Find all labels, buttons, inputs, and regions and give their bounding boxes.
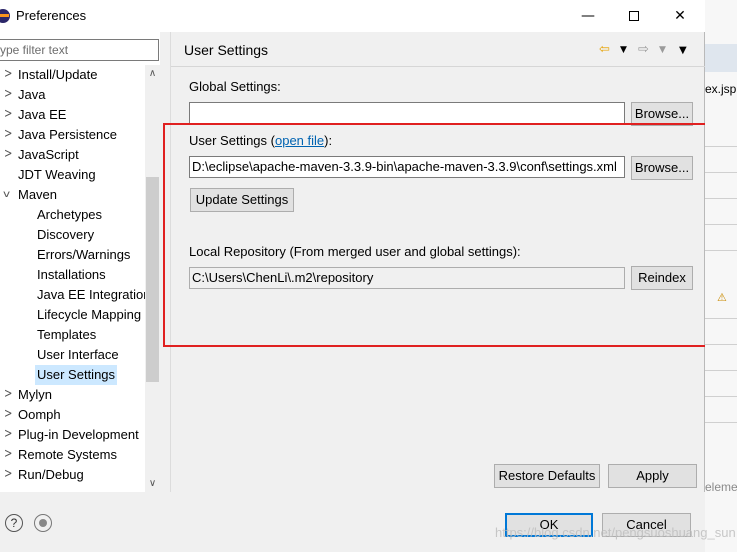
tree-item-label: JavaScript [18, 147, 79, 162]
tree-item-label: Plug-in Development [18, 427, 139, 442]
tree-item[interactable]: > Java EE [0, 105, 146, 125]
preference-tree-panel: ype filter text > Install/Update > Java > Jav… [0, 32, 160, 492]
background-line [705, 250, 737, 251]
tree-item-label: Discovery [37, 227, 95, 242]
background-editor-strip: ex.jsp ⚠ eleme [705, 0, 737, 552]
tree-item[interactable]: JDT Weaving [0, 165, 146, 185]
background-line [705, 344, 737, 345]
tree-item-label: Java Persistence [18, 127, 117, 142]
tree-item[interactable]: Errors/Warnings [0, 245, 146, 265]
eclipse-icon [0, 9, 10, 23]
back-dropdown-icon[interactable]: ▼ [620, 45, 627, 55]
tree-item-label: Java [18, 87, 46, 102]
background-line [705, 224, 737, 225]
tree-item-label: JDT Weaving [18, 167, 96, 182]
tree-item-label: Archetypes [37, 207, 103, 222]
tree-item-label: Java EE Integration [37, 287, 146, 302]
background-elements-label: eleme [705, 480, 737, 494]
scroll-up-icon[interactable]: ∧ [145, 65, 160, 82]
maximize-button[interactable] [611, 0, 657, 32]
background-line [705, 396, 737, 397]
background-line [705, 146, 737, 147]
background-line [705, 318, 737, 319]
forward-arrow-icon[interactable]: ⇨ [638, 42, 649, 57]
expanded-chevron-icon[interactable]: v [3, 185, 15, 205]
tree-item[interactable]: > JavaScript [0, 145, 146, 165]
scroll-thumb[interactable] [146, 177, 159, 382]
tree-item[interactable]: > Oomph [0, 405, 146, 425]
view-menu-icon[interactable]: ▼ [679, 45, 687, 56]
tree-item[interactable]: > Plug-in Development [0, 425, 146, 445]
scroll-down-icon[interactable]: ∨ [145, 475, 160, 492]
help-icon[interactable]: ? [5, 514, 23, 532]
maximize-icon [629, 11, 639, 21]
tree-item[interactable]: > Java Persistence [0, 125, 146, 145]
apply-button[interactable]: Apply [608, 464, 697, 488]
tree-item-label: Installations [37, 267, 106, 282]
tree-item-label: User Interface [37, 347, 119, 362]
tree-item[interactable]: Installations [0, 265, 146, 285]
tree-item-label: Templates [37, 327, 97, 342]
forward-dropdown-icon[interactable]: ▼ [659, 45, 666, 55]
tree-item[interactable]: > Mylyn [0, 385, 146, 405]
background-line [705, 370, 737, 371]
tree-item[interactable]: Discovery [0, 225, 146, 245]
tree-item-label: User Settings [35, 365, 118, 385]
background-toolbar [705, 44, 737, 72]
tree-item-label: Remote Systems [18, 447, 117, 462]
title-bar: Preferences — ✕ [0, 0, 705, 32]
tree-item-label: Java EE [18, 107, 67, 122]
background-editor-tab: ex.jsp [705, 82, 737, 96]
tree-item[interactable]: Archetypes [0, 205, 146, 225]
global-settings-label: Global Settings: [189, 79, 281, 94]
tree-item[interactable]: User Interface [0, 345, 146, 365]
tree-item-label: Install/Update [18, 67, 98, 82]
tree-item-label: Lifecycle Mapping [37, 307, 142, 322]
tree-item-label: Errors/Warnings [37, 247, 131, 262]
tree-item-label: Run/Debug [18, 467, 84, 482]
tree-item[interactable]: > Install/Update [0, 65, 146, 85]
tree-item-label: Oomph [18, 407, 61, 422]
global-settings-field[interactable] [189, 102, 625, 124]
watermark-text: https://blog.csdn.net/pengsuoshuang_sun [495, 525, 736, 540]
title-separator [171, 66, 705, 67]
background-line [705, 172, 737, 173]
tree-item[interactable]: Lifecycle Mapping [0, 305, 146, 325]
tree-item[interactable]: Java EE Integration [0, 285, 146, 305]
dialog-footer: ? OK Cancel [0, 492, 705, 552]
import-export-icon[interactable] [34, 514, 52, 532]
minimize-button[interactable]: — [565, 0, 611, 32]
tree-item[interactable]: v Maven [0, 185, 146, 205]
tree-item[interactable]: > Remote Systems [0, 445, 146, 465]
background-line [705, 198, 737, 199]
highlight-annotation-box [163, 123, 722, 347]
tree-item[interactable]: Templates [0, 325, 146, 345]
restore-defaults-button[interactable]: Restore Defaults [494, 464, 600, 488]
page-title: User Settings [184, 42, 269, 58]
warning-icon: ⚠ [717, 292, 727, 304]
tree-item[interactable]: > Run/Debug [0, 465, 146, 485]
close-button[interactable]: ✕ [657, 0, 703, 32]
tree-item[interactable]: > Java [0, 85, 146, 105]
background-line [705, 422, 737, 423]
tree-scrollbar[interactable]: ∧ ∨ [145, 65, 160, 492]
tree-item-label: Maven [18, 187, 58, 202]
preference-tree: > Install/Update > Java > Java EE > Java Persis… [0, 65, 146, 492]
back-arrow-icon[interactable]: ⇦ [599, 42, 610, 57]
window-title: Preferences [16, 8, 87, 23]
tree-item-label: Mylyn [18, 387, 52, 402]
collapsed-chevron-icon[interactable]: > [4, 462, 14, 488]
tree-item[interactable]: User Settings [0, 365, 146, 385]
filter-input[interactable]: ype filter text [0, 39, 159, 61]
page-navigation: ⇦ ▼ ⇨ ▼ ▼ [597, 42, 697, 60]
